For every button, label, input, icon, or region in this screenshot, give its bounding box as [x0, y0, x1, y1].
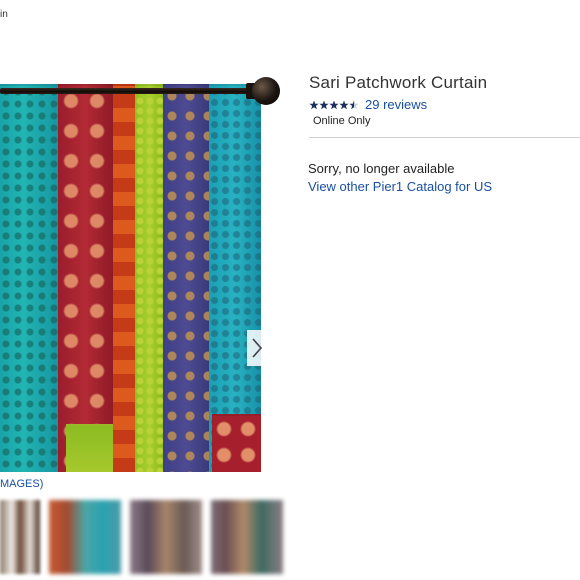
view-all-images-link[interactable]: MAGES)	[0, 478, 43, 490]
curtain-panel-green	[135, 84, 163, 472]
star-icon	[349, 100, 359, 109]
breadcrumb[interactable]: in	[0, 9, 8, 20]
thumbnail-3[interactable]	[130, 500, 202, 574]
reviews-link[interactable]: 29 reviews	[365, 97, 427, 112]
curtain-panel-red-patch	[212, 414, 261, 472]
rod-finial	[252, 77, 280, 105]
curtain-panel-green-patch	[66, 424, 113, 472]
star-icon	[329, 100, 339, 109]
thumbnail-4[interactable]	[211, 500, 283, 574]
curtain-panel-teal	[0, 84, 58, 472]
curtain-panel-purple	[163, 84, 209, 472]
next-image-button[interactable]	[247, 330, 267, 366]
product-main-image[interactable]	[0, 76, 282, 472]
chevron-right-icon	[252, 338, 263, 358]
view-catalog-link[interactable]: View other Pier1 Catalog for US	[308, 179, 492, 194]
curtain-rod	[0, 88, 258, 94]
thumbnail-2[interactable]	[49, 500, 121, 574]
divider	[309, 137, 580, 138]
star-icon	[319, 100, 329, 109]
availability-note: Online Only	[313, 115, 371, 127]
star-icon	[309, 100, 319, 109]
curtain-panel-orange	[113, 84, 135, 472]
star-icon	[339, 100, 349, 109]
product-title: Sari Patchwork Curtain	[309, 73, 488, 92]
product-rating: 29 reviews	[309, 97, 427, 112]
curtain-panel-red-floral	[58, 84, 113, 472]
thumbnail-1[interactable]	[0, 500, 40, 574]
star-rating	[309, 100, 359, 110]
product-page: in MAGES) Sari Patchwork Curtain 29 revi…	[0, 0, 580, 580]
unavailable-message: Sorry, no longer available	[308, 161, 455, 176]
